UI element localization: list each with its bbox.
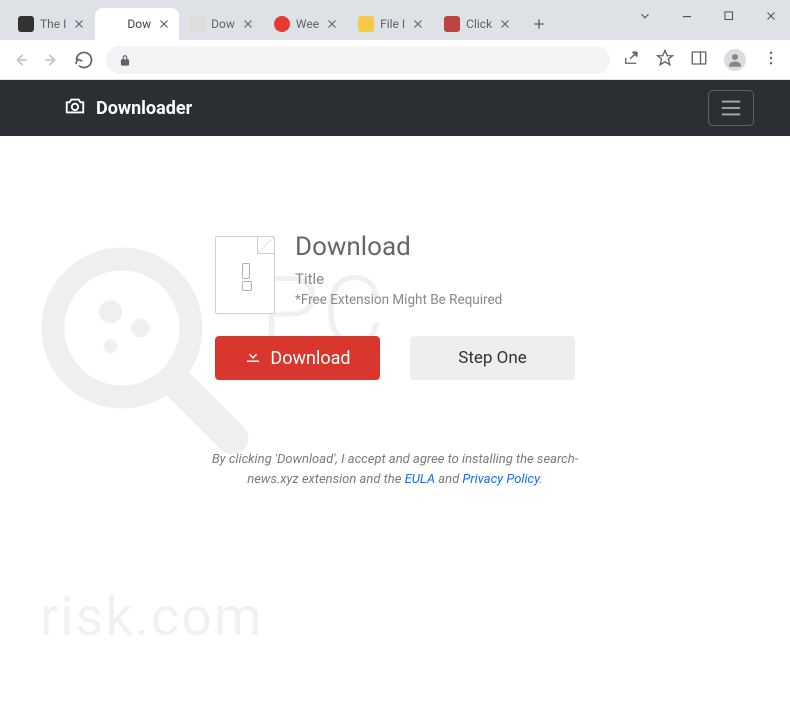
bookmark-star-icon[interactable] <box>656 49 674 71</box>
circle-icon <box>274 16 290 32</box>
mascot-icon <box>444 16 460 32</box>
tab-5[interactable]: Click <box>434 8 521 40</box>
maximize-icon[interactable] <box>722 8 736 22</box>
disclaimer-text: By clicking 'Download', I accept and agr… <box>205 450 585 489</box>
tab-label: Dow <box>211 17 235 31</box>
disclaimer-dot: . <box>539 472 542 487</box>
tab-close-icon[interactable] <box>241 17 255 31</box>
tab-close-icon[interactable] <box>325 17 339 31</box>
menu-toggle-button[interactable] <box>708 90 754 126</box>
printer-icon <box>18 16 34 32</box>
download-button-label: Download <box>270 348 350 369</box>
tab-2[interactable]: Dow <box>179 8 264 40</box>
eula-link[interactable]: EULA <box>405 472 435 487</box>
window-close-icon[interactable] <box>764 8 778 22</box>
tab-4[interactable]: File I <box>348 8 434 40</box>
step-one-button[interactable]: Step One <box>410 336 575 380</box>
privacy-link[interactable]: Privacy Policy <box>462 472 539 487</box>
lock-icon <box>358 16 374 32</box>
reload-button[interactable] <box>74 50 94 70</box>
globe-icon <box>105 16 121 32</box>
new-tab-button[interactable] <box>525 10 553 38</box>
forward-button[interactable] <box>42 50 62 70</box>
brand-label: Downloader <box>96 98 192 119</box>
account-avatar-icon[interactable] <box>724 49 746 71</box>
step-one-label: Step One <box>458 348 527 368</box>
download-title: Title <box>295 270 502 288</box>
toolbar <box>0 40 790 80</box>
share-icon[interactable] <box>622 49 640 71</box>
tab-close-icon[interactable] <box>498 17 512 31</box>
tab-0[interactable]: The I <box>8 8 95 40</box>
download-heading: Download <box>295 232 502 262</box>
lock-icon <box>118 53 132 67</box>
tab-close-icon[interactable] <box>72 17 86 31</box>
download-arrow-icon <box>244 347 262 370</box>
kebab-menu-icon[interactable] <box>762 49 780 71</box>
watermark-subtext: risk.com <box>40 586 263 649</box>
minimize-icon[interactable] <box>680 8 694 22</box>
download-note: *Free Extension Might Be Required <box>295 292 502 308</box>
tab-label: File I <box>380 17 405 31</box>
site-header: Downloader <box>0 80 790 136</box>
disclaimer-and: and <box>435 472 462 487</box>
tab-label: Click <box>466 17 492 31</box>
tab-1[interactable]: Dow <box>95 8 179 40</box>
panel-icon[interactable] <box>690 49 708 71</box>
site-brand[interactable]: Downloader <box>64 95 192 122</box>
back-button[interactable] <box>10 50 30 70</box>
tab-label: The I <box>40 17 66 31</box>
camera-icon <box>64 95 86 122</box>
address-bar[interactable] <box>106 46 610 74</box>
chevron-down-icon[interactable] <box>638 8 652 22</box>
download-button[interactable]: Download <box>215 336 380 380</box>
download-icon <box>189 16 205 32</box>
file-zip-icon <box>215 236 275 314</box>
tab-close-icon[interactable] <box>157 17 171 31</box>
tab-label: Dow <box>127 17 151 31</box>
tab-3[interactable]: Wee <box>264 8 348 40</box>
tab-close-icon[interactable] <box>411 17 425 31</box>
tab-label: Wee <box>296 17 319 31</box>
